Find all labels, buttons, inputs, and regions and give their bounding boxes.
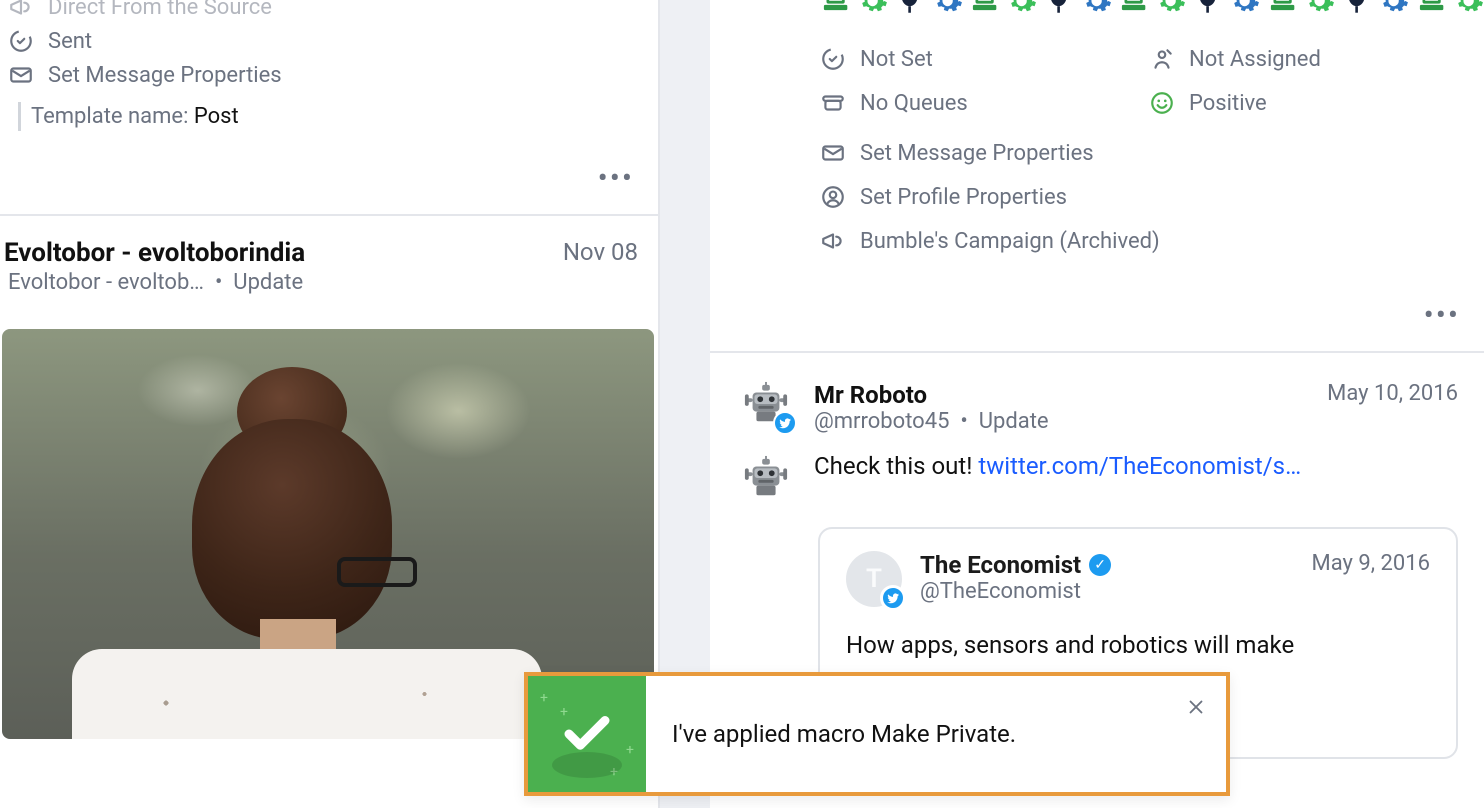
prop-set-message[interactable]: Set Message Properties [820,136,1458,170]
balloon-icon [1192,0,1223,18]
check-icon [560,707,614,761]
post-type: Update [979,409,1049,434]
gear-icon [1081,0,1112,18]
card-title: Evoltobor - evoltoborindia [4,238,305,268]
template-name-row: Template name: Post [18,102,644,131]
post-subline: @mrroboto45 • Update [814,409,1049,434]
toast-message: I've applied macro Make Private. [646,676,1166,792]
laptop-icon [1267,0,1298,18]
twitter-badge-icon [773,411,797,435]
prop-not-assigned[interactable]: Not Assigned [1149,42,1458,76]
post: Mr Roboto @mrroboto45 • Update May 10, 2… [710,353,1484,505]
gear-icon [1304,0,1335,18]
laptop-icon [1118,0,1149,18]
laptop-icon [969,0,1000,18]
balloon-icon [1341,0,1372,18]
property-grid: Not Set Not Assigned No Queues Positive [820,42,1458,136]
post-avatar-secondary[interactable] [743,455,793,505]
toast-close-button[interactable] [1166,676,1226,792]
gear-icon [932,0,963,18]
quote-avatar: T [846,551,902,607]
prop-label: Direct From the Source [48,0,272,20]
card-subtitle-sep: • [215,270,222,295]
card-more-menu[interactable]: ••• [710,268,1484,351]
post-avatar[interactable] [743,381,793,431]
gear-icon [1453,0,1484,18]
smile-icon [1149,90,1175,116]
template-name-value: Post [194,104,239,129]
prop-campaign[interactable]: Bumble's Campaign (Archived) [820,224,1458,258]
post-text: Check this out! [814,434,978,480]
card-subtitle-type: Update [233,270,303,295]
prop-label: Not Assigned [1189,47,1321,72]
template-name-label: Template name: [31,104,188,129]
card-date: Nov 08 [563,238,638,266]
robot-icon [743,455,789,501]
prop-label: Set Message Properties [860,141,1094,166]
prop-label: Bumble's Campaign (Archived) [860,229,1160,254]
prop-set-profile[interactable]: Set Profile Properties [820,180,1458,214]
post-author-name[interactable]: Mr Roboto [814,381,1049,409]
megaphone-icon [820,228,846,254]
prop-label: Not Set [860,47,933,72]
property-stack: Set Message Properties Set Profile Prope… [820,136,1458,268]
quote-avatar-initial: T [866,564,882,594]
post-handle[interactable]: @mrroboto45 [814,409,949,434]
post-sep: • [960,409,967,434]
quote-date: May 9, 2016 [1312,551,1431,576]
gear-icon [857,0,888,18]
gear-icon [1378,0,1409,18]
toast-success-icon: ++++ [528,676,646,792]
verified-icon: ✓ [1089,554,1111,576]
gear-icon [1006,0,1037,18]
megaphone-icon [8,0,34,20]
balloon-icon [894,0,925,18]
prop-label: Set Message Properties [48,63,282,88]
prop-sent[interactable]: Sent [8,24,644,58]
card-subtitle: Evoltobor - evoltob… • Update [4,268,305,295]
laptop-icon [1416,0,1447,18]
prop-label: Sent [48,29,92,54]
close-icon [1185,696,1207,718]
feed-card-header[interactable]: Evoltobor - evoltoborindia Evoltobor - e… [0,216,658,299]
prop-label: Positive [1189,91,1267,116]
prop-direct-source[interactable]: Direct From the Source [8,0,644,24]
prop-positive[interactable]: Positive [1149,86,1458,120]
prop-not-set[interactable]: Not Set [820,42,1129,76]
prop-no-queues[interactable]: No Queues [820,86,1129,120]
prop-set-message[interactable]: Set Message Properties [8,58,644,92]
post-link[interactable]: twitter.com/TheEconomist/s… [978,434,1301,480]
quote-handle: @TheEconomist [920,579,1111,604]
quote-author-name: The Economist [920,551,1081,579]
prop-label: Set Profile Properties [860,185,1067,210]
card-more-menu[interactable]: ••• [0,131,658,214]
post-date: May 10, 2016 [1327,381,1458,406]
gear-icon [1229,0,1260,18]
balloon-icon [1043,0,1074,18]
card-subtitle-name: Evoltobor - evoltob… [8,270,204,295]
toast-notification: ++++ I've applied macro Make Private. [524,672,1230,796]
twitter-badge-icon [880,585,906,611]
prop-label: No Queues [860,91,968,116]
